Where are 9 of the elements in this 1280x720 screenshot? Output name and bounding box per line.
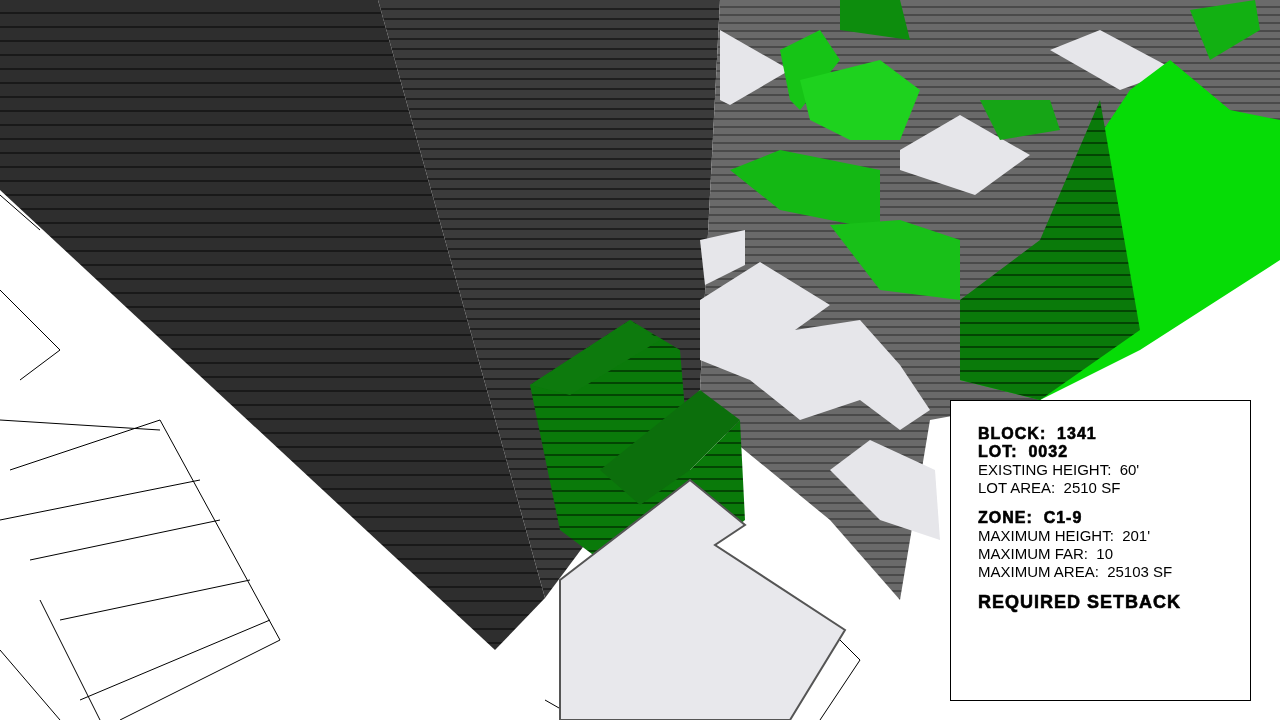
info-heading: REQUIRED SETBACK	[978, 593, 1182, 611]
info-heading: LOT: 0032	[978, 443, 1070, 461]
info-line: MAXIMUM AREA: 25103 SF	[978, 563, 1174, 581]
info-line: LOT AREA: 2510 SF	[978, 479, 1122, 497]
info-heading: ZONE: C1-9	[978, 509, 1084, 527]
info-line: EXISTING HEIGHT: 60'	[978, 461, 1141, 479]
info-heading: BLOCK: 1341	[978, 425, 1098, 443]
info-line: MAXIMUM FAR: 10	[978, 545, 1115, 563]
info-line: MAXIMUM HEIGHT: 201'	[978, 527, 1152, 545]
